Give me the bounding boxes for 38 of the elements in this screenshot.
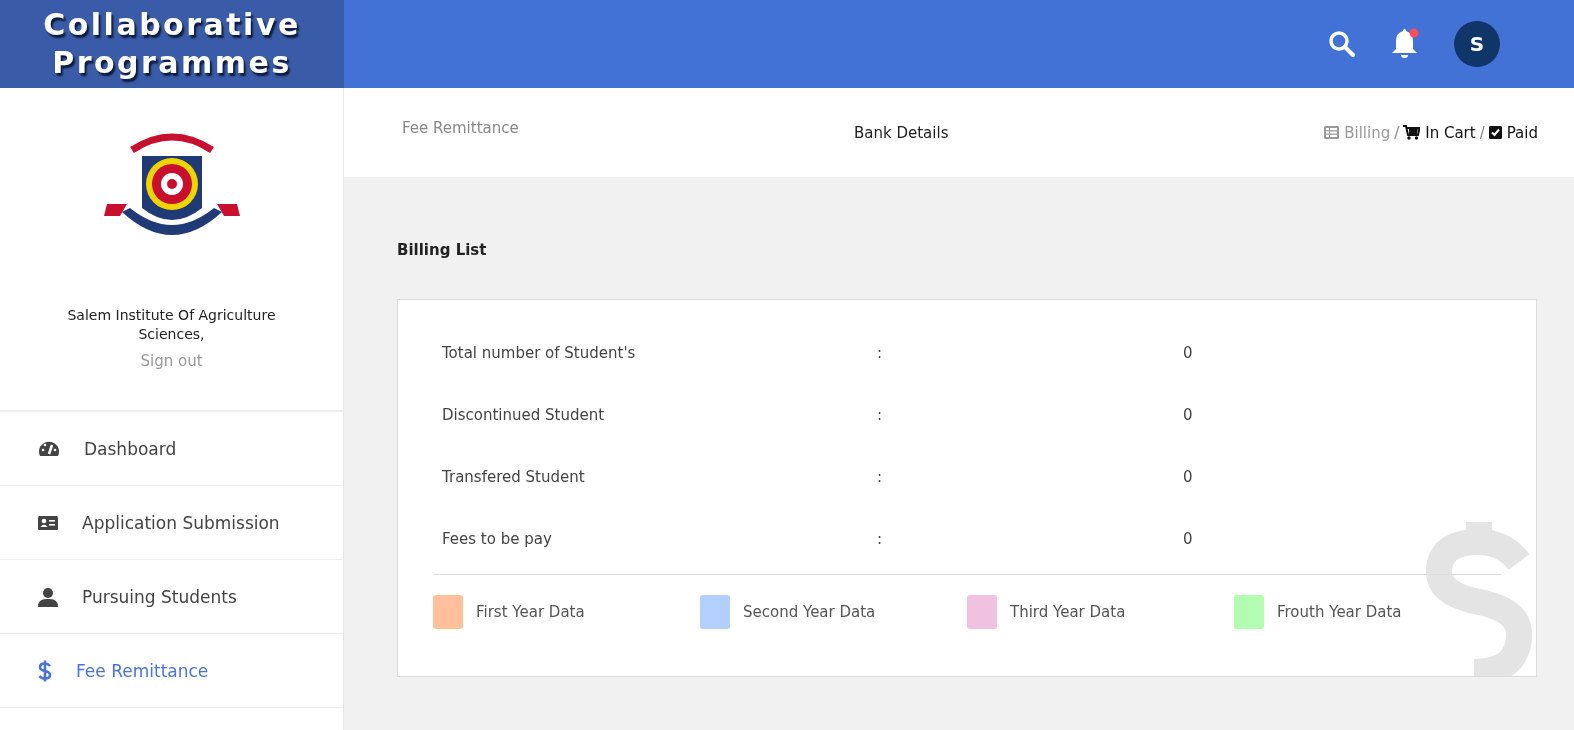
row-separator: :: [877, 344, 884, 362]
sidebar-item[interactable]: Fee Remittance: [0, 634, 343, 708]
row-label: Total number of Student's: [442, 344, 637, 362]
brand-title: Collaborative Programmes: [42, 6, 302, 82]
sidebar-item[interactable]: Application Submission: [0, 486, 343, 560]
checkbox-icon: [1488, 126, 1502, 139]
section-title: Billing List: [397, 241, 488, 259]
row-value: 0: [1183, 406, 1193, 424]
legend-label: Frouth Year Data: [1277, 603, 1402, 621]
legend-label: Third Year Data: [1010, 603, 1126, 621]
breadcrumb-link[interactable]: Paid: [1488, 123, 1538, 142]
bell-icon[interactable]: [1390, 28, 1420, 60]
legend-label: First Year Data: [476, 603, 585, 621]
list-icon: [1324, 126, 1340, 139]
row-value: 0: [1183, 344, 1193, 362]
user-icon: [38, 586, 58, 607]
legend-label: Second Year Data: [743, 603, 876, 621]
row-separator: :: [877, 468, 884, 486]
institution-name: Salem Institute Of Agriculture Sciences,: [66, 306, 277, 344]
row-label: Discontinued Student: [442, 406, 606, 424]
row-value: 0: [1183, 530, 1193, 548]
cart-icon: [1403, 125, 1421, 140]
breadcrumb-separator: /: [1479, 123, 1485, 142]
dollar-icon: [38, 659, 52, 682]
row-value: 0: [1183, 468, 1193, 486]
row-label: Fees to be pay: [442, 530, 553, 548]
search-icon[interactable]: [1328, 30, 1356, 58]
avatar[interactable]: S: [1454, 21, 1500, 67]
row-label: Transfered Student: [442, 468, 586, 486]
bank-details-link[interactable]: Bank Details: [854, 123, 1325, 142]
breadcrumb-separator: /: [1394, 123, 1400, 142]
sidebar-item[interactable]: Pursuing Students: [0, 560, 343, 634]
row-separator: :: [877, 406, 884, 424]
row-separator: :: [877, 530, 884, 548]
id-card-icon: [38, 514, 58, 531]
page-title: Fee Remittance: [402, 118, 520, 137]
sidebar-item[interactable]: Dashboard: [0, 412, 343, 486]
breadcrumb-link[interactable]: In Cart: [1403, 123, 1476, 142]
